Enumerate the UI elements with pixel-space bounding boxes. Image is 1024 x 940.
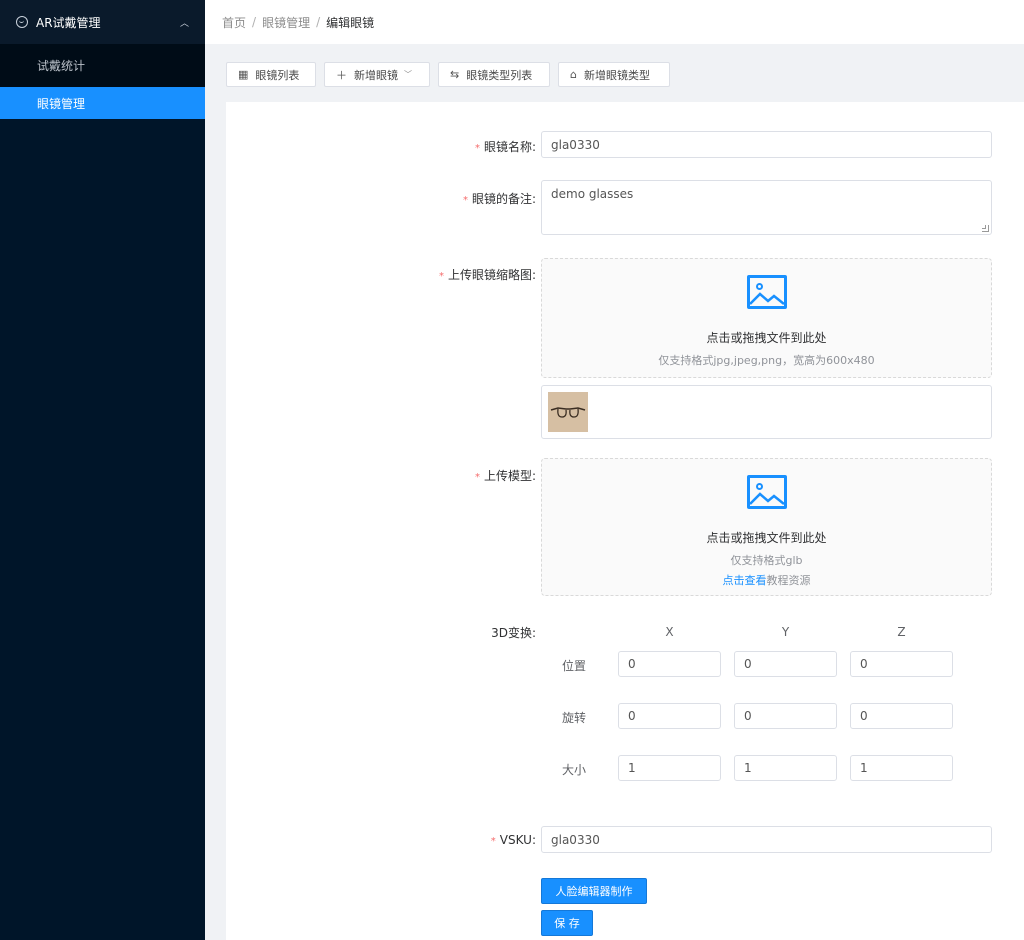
face-editor-button[interactable]: 人脸编辑器制作 [541,878,647,904]
vsku-label: * VSKU: [490,833,536,847]
button-label: 眼镜列表 [255,68,300,82]
transform-3d-label: 3D变换: [491,626,536,640]
thumbnail-upload-dropzone[interactable]: 点击或拖拽文件到此处 仅支持格式jpg,jpeg,png，宽高为600x480 [541,258,992,378]
grid-icon: ▦ [238,68,249,81]
vsku-value: gla0330 [551,832,600,847]
position-z-input[interactable]: 0 [850,651,953,677]
image-icon [746,275,787,309]
sidebar-item-label: 试戴统计 [37,59,86,73]
axis-z-header: Z [897,625,906,639]
model-upload-dropzone[interactable]: 点击或拖拽文件到此处 仅支持格式glb 点击查看教程资源 [541,458,992,596]
glasses-note-label: * 眼镜的备注: [462,192,536,206]
breadcrumb: 首页 / 眼镜管理 / 编辑眼镜 [205,0,1024,44]
required-mark: * [474,143,480,154]
rotation-row-label: 旋转 [562,711,587,725]
sidebar-group-label: AR试戴管理 [36,15,101,30]
glasses-type-list-button[interactable]: ⇆ 眼镜类型列表 [438,62,550,87]
chevron-down-icon: ﹀ [404,70,412,79]
glasses-note-textarea[interactable]: demo glasses [541,180,992,235]
axis-x-header: X [665,625,674,639]
add-glasses-type-button[interactable]: ⌂ 新增眼镜类型 [558,62,670,87]
rotation-x-input[interactable]: 0 [618,703,721,729]
scale-z-input[interactable]: 1 [850,755,953,781]
edit-glasses-form: * 眼镜名称: gla0330 * 眼镜的备注: demo glasses * 上传眼… [226,102,1024,940]
glasses-note-value: demo glasses [551,187,634,201]
position-x-input[interactable]: 0 [618,651,721,677]
upload-hint-text: 仅支持格式glb [730,554,803,567]
position-y-input[interactable]: 0 [734,651,837,677]
glasses-name-value: gla0330 [551,137,600,152]
breadcrumb-current: 编辑眼镜 [326,15,375,30]
sidebar-group-ar-tryon[interactable]: AR试戴管理 ︿ [0,0,205,44]
sidebar: AR试戴管理 ︿ 试戴统计 眼镜管理 [0,0,205,940]
breadcrumb-glasses-management[interactable]: 眼镜管理 [262,14,310,31]
scale-y-input[interactable]: 1 [734,755,837,781]
upload-main-text: 点击或拖拽文件到此处 [706,531,827,545]
glasses-name-input[interactable]: gla0330 [541,131,992,158]
required-mark: * [474,472,480,483]
position-row-label: 位置 [562,659,587,673]
upload-hint-text: 仅支持格式jpg,jpeg,png，宽高为600x480 [658,354,875,367]
required-mark: * [462,195,468,206]
sidebar-item-glasses-management[interactable]: 眼镜管理 [0,87,205,119]
tag-icon: ⌂ [570,68,577,81]
rotation-z-input[interactable]: 0 [850,703,953,729]
image-icon [746,475,787,509]
required-mark: * [438,271,444,282]
glasses-list-button[interactable]: ▦ 眼镜列表 [226,62,316,87]
tutorial-link[interactable]: 点击查看 [723,574,767,587]
save-button[interactable]: 保 存 [541,910,593,936]
add-glasses-button[interactable]: ＋ 新增眼镜 ﹀ [324,62,430,87]
breadcrumb-home[interactable]: 首页 [222,14,246,31]
rotation-y-input[interactable]: 0 [734,703,837,729]
model-upload-label: * 上传模型: [474,469,536,483]
toolbar: ▦ 眼镜列表 ＋ 新增眼镜 ﹀ ⇆ 眼镜类型列表 ⌂ 新增眼镜类型 [226,62,670,87]
breadcrumb-separator: / [316,15,321,29]
button-label: 新增眼镜 [354,68,398,82]
sidebar-item-label: 眼镜管理 [37,96,86,111]
vsku-input[interactable]: gla0330 [541,826,992,853]
swap-icon: ⇆ [450,68,460,81]
thumbnail-upload-label: * 上传眼镜缩略图: [438,268,536,282]
sidebar-item-tryon-stats[interactable]: 试戴统计 [0,44,205,87]
axis-y-header: Y [781,625,790,639]
button-label: 眼镜类型列表 [466,68,533,82]
resize-handle-icon[interactable] [982,225,989,232]
glasses-thumbnail-image[interactable] [548,392,588,432]
tutorial-resource-line: 点击查看教程资源 [542,572,991,588]
chevron-up-icon: ︿ [179,18,189,29]
scale-row-label: 大小 [562,763,587,777]
button-label: 新增眼镜类型 [583,68,650,82]
plus-icon: ＋ [336,68,347,82]
tutorial-link-suffix: 教程资源 [766,574,811,587]
scale-x-input[interactable]: 1 [618,755,721,781]
thumbnail-preview-list [541,385,992,439]
glasses-name-label: * 眼镜名称: [474,140,536,154]
required-mark: * [490,836,496,847]
upload-main-text: 点击或拖拽文件到此处 [706,331,827,345]
breadcrumb-separator: / [252,15,257,29]
smile-icon [16,16,28,28]
